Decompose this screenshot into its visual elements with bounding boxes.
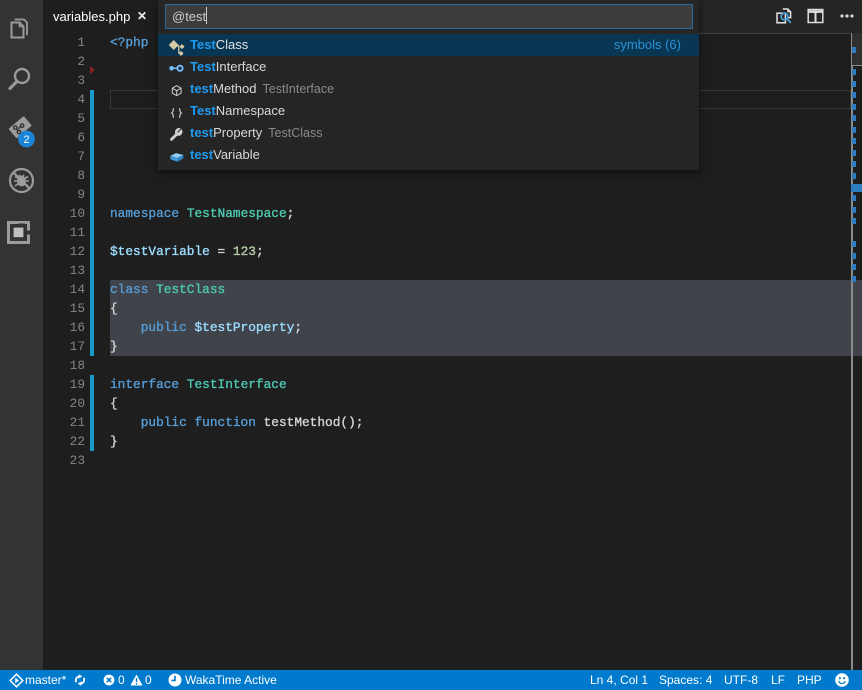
svg-text:2: 2	[23, 134, 29, 146]
